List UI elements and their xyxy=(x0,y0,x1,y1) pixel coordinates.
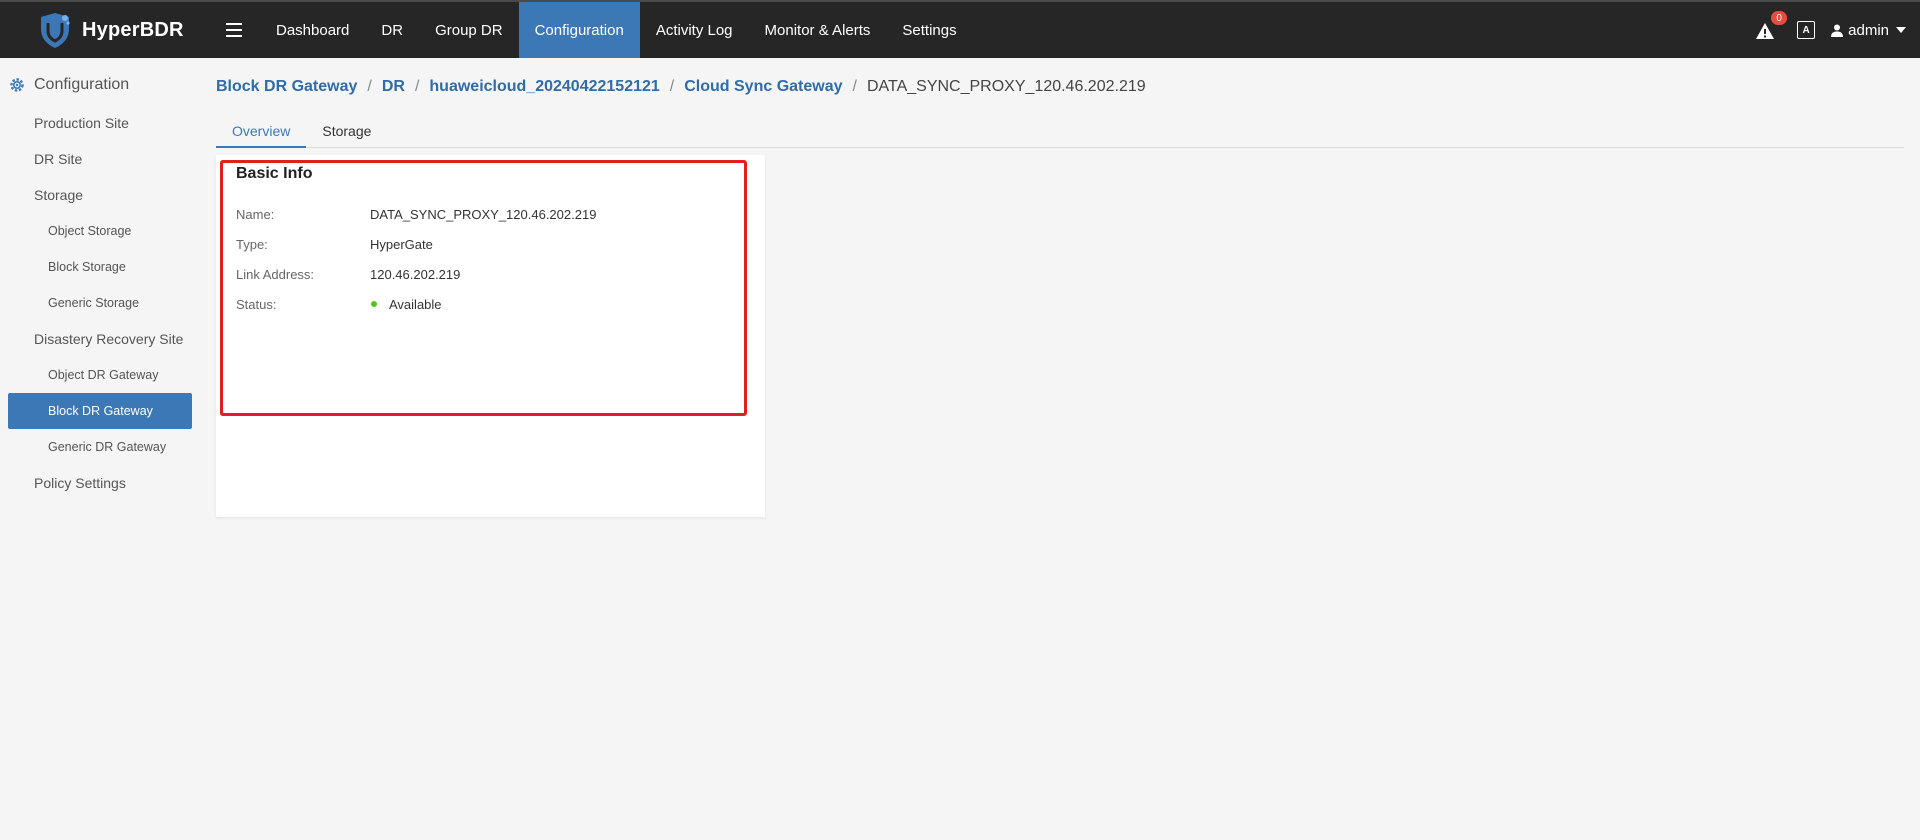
tab-overview[interactable]: Overview xyxy=(216,116,307,148)
breadcrumb-separator: / xyxy=(852,78,857,95)
alert-count-badge: 0 xyxy=(1771,11,1788,25)
top-navbar: HyperBDR Dashboard DR Group DR Configura… xyxy=(0,0,1920,58)
status-value: Available xyxy=(370,297,442,312)
tab-storage[interactable]: Storage xyxy=(306,116,387,148)
nav-group-dr[interactable]: Group DR xyxy=(419,2,519,58)
topbar-actions: 0 A admin xyxy=(1755,2,1920,58)
breadcrumb-separator: / xyxy=(367,78,372,95)
language-label: A xyxy=(1802,24,1810,36)
app-name: HyperBDR xyxy=(82,18,184,41)
info-row-name: Name: DATA_SYNC_PROXY_120.46.202.219 xyxy=(236,205,596,223)
breadcrumb-current: DATA_SYNC_PROXY_120.46.202.219 xyxy=(866,78,1146,95)
nav-activity-log[interactable]: Activity Log xyxy=(640,2,749,58)
sidebar-header: Configuration xyxy=(0,65,200,105)
sidebar-item-storage[interactable]: Storage xyxy=(0,177,200,213)
sidebar-item-block-storage[interactable]: Block Storage xyxy=(0,249,200,285)
sidebar-item-dr-site[interactable]: DR Site xyxy=(0,141,200,177)
shield-logo-icon xyxy=(41,13,70,48)
sidebar-item-generic-dr-gateway[interactable]: Generic DR Gateway xyxy=(0,429,200,465)
sidebar-item-disastery-recovery-site[interactable]: Disastery Recovery Site xyxy=(0,321,200,357)
highlight-box xyxy=(220,160,747,416)
gear-icon xyxy=(10,78,24,92)
user-icon xyxy=(1831,24,1844,37)
app-logo[interactable]: HyperBDR xyxy=(0,2,210,58)
sidebar-item-production-site[interactable]: Production Site xyxy=(0,105,200,141)
nav-monitor-alerts[interactable]: Monitor & Alerts xyxy=(749,2,887,58)
nav-dr[interactable]: DR xyxy=(365,2,419,58)
info-row-link-address: Link Address: 120.46.202.219 xyxy=(236,265,460,283)
chevron-down-icon xyxy=(1896,27,1906,33)
basic-info-title: Basic Info xyxy=(236,165,313,182)
breadcrumb-cloud-sync-gateway[interactable]: Cloud Sync Gateway xyxy=(684,78,842,96)
user-menu[interactable]: admin xyxy=(1831,22,1906,39)
hamburger-menu-button[interactable] xyxy=(216,1,252,59)
info-label: Type: xyxy=(236,236,268,252)
breadcrumb-separator: / xyxy=(669,78,675,95)
user-name: admin xyxy=(1848,21,1889,39)
nav-dashboard[interactable]: Dashboard xyxy=(260,2,365,58)
status-text: Available xyxy=(389,296,442,312)
info-label: Status: xyxy=(236,296,277,312)
status-dot-icon xyxy=(371,301,377,307)
breadcrumb-dr[interactable]: DR xyxy=(382,78,405,96)
alerts-button[interactable]: 0 xyxy=(1755,11,1788,42)
breadcrumb: Block DR Gateway / DR / huaweicloud_2024… xyxy=(216,74,1146,100)
sidebar-item-generic-storage[interactable]: Generic Storage xyxy=(0,285,200,321)
info-row-type: Type: HyperGate xyxy=(236,235,433,253)
main-nav: Dashboard DR Group DR Configuration Acti… xyxy=(260,2,973,58)
info-value: 120.46.202.219 xyxy=(370,266,461,282)
breadcrumb-block-dr-gateway[interactable]: Block DR Gateway xyxy=(216,78,357,96)
sidebar-item-policy-settings[interactable]: Policy Settings xyxy=(0,465,200,501)
breadcrumb-cloud-account[interactable]: huaweicloud_20240422152121 xyxy=(429,78,659,96)
sidebar-item-block-dr-gateway[interactable]: Block DR Gateway xyxy=(8,393,192,429)
sidebar-title: Configuration xyxy=(34,76,130,93)
info-value: DATA_SYNC_PROXY_120.46.202.219 xyxy=(370,206,597,222)
language-switch-icon[interactable]: A xyxy=(1797,21,1816,39)
sidebar-item-object-dr-gateway[interactable]: Object DR Gateway xyxy=(0,357,200,393)
info-label: Link Address: xyxy=(236,266,315,282)
info-label: Name: xyxy=(236,206,275,222)
sidebar: Configuration Production Site DR Site St… xyxy=(0,58,200,840)
nav-settings[interactable]: Settings xyxy=(886,2,972,58)
breadcrumb-separator: / xyxy=(414,78,420,95)
nav-configuration[interactable]: Configuration xyxy=(518,2,640,58)
info-value: HyperGate xyxy=(370,236,433,252)
info-row-status: Status: Available xyxy=(236,295,442,313)
warning-icon xyxy=(1756,23,1775,39)
sidebar-item-object-storage[interactable]: Object Storage xyxy=(0,213,200,249)
detail-tabs: Overview Storage xyxy=(216,116,1904,148)
hamburger-icon xyxy=(226,23,242,37)
